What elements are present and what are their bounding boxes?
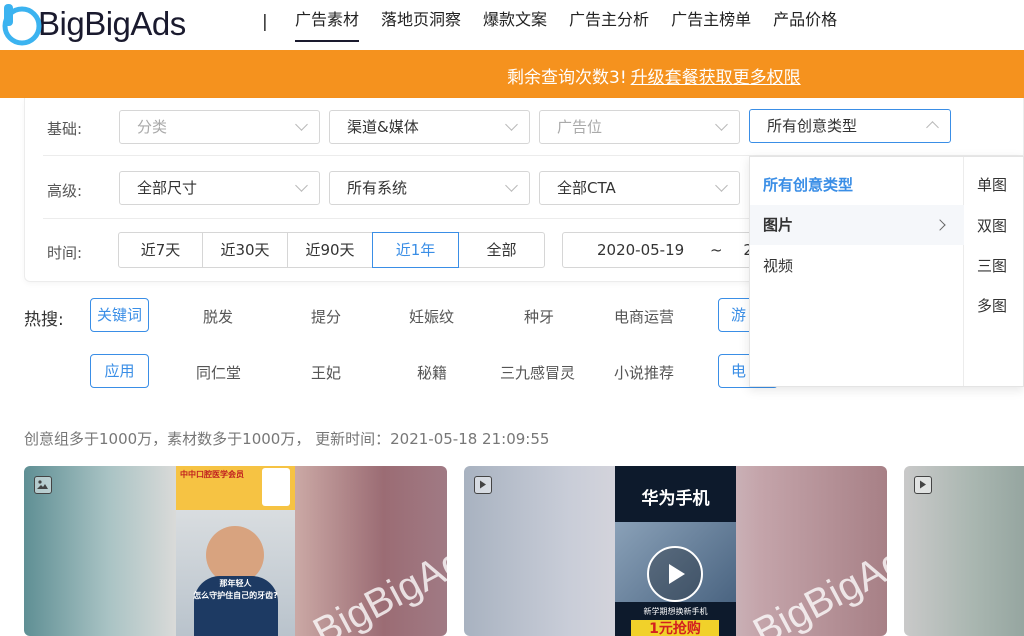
thumb-title: 华为手机	[641, 489, 710, 509]
nav-landing-insights[interactable]: 落地页洞察	[381, 0, 461, 42]
chevron-down-icon	[715, 179, 728, 192]
chevron-down-icon	[295, 118, 308, 131]
keyword-tag-button[interactable]: 关键词	[90, 298, 149, 332]
sub-option-multi-image[interactable]: 多图	[977, 295, 1007, 316]
basic-label: 基础:	[47, 120, 83, 138]
logo-text: BigBigAds	[38, 5, 186, 42]
option-video[interactable]: 视频	[750, 246, 964, 286]
main-nav: 广告素材 落地页洞察 爆款文案 广告主分析 广告主榜单 产品价格	[295, 0, 859, 50]
hot-keyword[interactable]: 提分	[311, 306, 341, 327]
chevron-down-icon	[715, 118, 728, 131]
hot-search-label: 热搜:	[24, 310, 64, 330]
thumb-caption: 新学期想换新手机	[643, 607, 708, 616]
sub-option-double-image[interactable]: 双图	[977, 215, 1007, 236]
os-select-value: 所有系统	[347, 179, 408, 197]
sub-option-triple-image[interactable]: 三图	[977, 255, 1007, 276]
hot-keyword[interactable]: 电商运营	[614, 306, 674, 327]
creative-type-select-value: 所有创意类型	[767, 117, 858, 135]
thumb-caption: 怎么守护住自己的牙齿?	[193, 591, 278, 600]
sub-option-single-image[interactable]: 单图	[977, 174, 1007, 195]
thumb-promo: 1元抢购	[631, 620, 719, 636]
quota-text: 剩余查询次数3!	[507, 68, 627, 88]
time-1y-button[interactable]: 近1年	[372, 232, 459, 268]
nav-ad-creatives[interactable]: 广告素材	[295, 0, 360, 42]
time-all-button[interactable]: 全部	[458, 232, 545, 268]
chevron-down-icon	[295, 179, 308, 192]
hot-keyword[interactable]: 妊娠纹	[409, 306, 454, 327]
date-start: 2020-05-19	[597, 241, 685, 259]
cta-select-value: 全部CTA	[557, 179, 616, 197]
option-image[interactable]: 图片	[750, 205, 964, 245]
cta-select[interactable]: 全部CTA	[539, 171, 740, 205]
hot-keyword[interactable]: 王妃	[311, 362, 341, 383]
hot-keyword[interactable]: 脱发	[203, 306, 233, 327]
time-label: 时间:	[47, 244, 83, 262]
creative-type-select[interactable]: 所有创意类型	[749, 109, 951, 143]
thumb-caption: 中中口腔医学会员	[180, 470, 244, 479]
placement-select[interactable]: 广告位	[539, 110, 740, 144]
nav-pricing[interactable]: 产品价格	[773, 0, 837, 42]
thumb-caption: 那年轻人	[219, 579, 252, 588]
video-icon	[474, 476, 492, 494]
time-90d-button[interactable]: 近90天	[287, 232, 373, 268]
chevron-down-icon	[505, 179, 518, 192]
stats-text: 创意组多于1000万，素材数多于1000万， 更新时间：2021-05-18 2…	[24, 430, 550, 448]
placement-select-value: 广告位	[557, 118, 603, 136]
video-icon	[914, 476, 932, 494]
advanced-label: 高级:	[47, 182, 83, 200]
creative-card[interactable]	[904, 466, 1024, 636]
hot-keyword[interactable]: 同仁堂	[196, 362, 241, 383]
hot-keyword[interactable]: 小说推荐	[614, 362, 674, 383]
size-select-value: 全部尺寸	[137, 179, 198, 197]
time-range-group: 近7天 近30天 近90天 近1年 全部	[118, 232, 545, 268]
option-label: 图片	[763, 216, 794, 234]
time-7d-button[interactable]: 近7天	[118, 232, 203, 268]
logo-icon	[0, 2, 44, 46]
nav-advertiser-ranking[interactable]: 广告主榜单	[671, 0, 751, 42]
option-label: 视频	[763, 257, 794, 275]
category-select-value: 分类	[137, 118, 168, 136]
chevron-right-icon	[934, 219, 946, 231]
header-divider: |	[262, 12, 268, 32]
card-thumbnail: 中中口腔医学会员 那年轻人 怎么守护住自己的牙齿?	[176, 466, 295, 636]
option-all-creative-types[interactable]: 所有创意类型	[750, 165, 964, 205]
chevron-up-icon	[926, 121, 939, 134]
time-30d-button[interactable]: 近30天	[202, 232, 288, 268]
chevron-down-icon	[505, 118, 518, 131]
nav-hot-copy[interactable]: 爆款文案	[483, 0, 547, 42]
card-thumbnail: 华为手机 新学期想换新手机 1元抢购	[615, 466, 736, 636]
creative-card[interactable]: 中中口腔医学会员 那年轻人 怎么守护住自己的牙齿? BigBigAds	[24, 466, 447, 636]
option-label: 所有创意类型	[763, 176, 854, 194]
creative-card[interactable]: 华为手机 新学期想换新手机 1元抢购 BigBigAds	[464, 466, 887, 636]
category-select[interactable]: 分类	[119, 110, 320, 144]
top-header: BigBigAds | 广告素材 落地页洞察 爆款文案 广告主分析 广告主榜单 …	[0, 0, 1024, 50]
hot-keyword[interactable]: 种牙	[524, 306, 554, 327]
channel-select-value: 渠道&媒体	[347, 118, 419, 136]
app-tag-button[interactable]: 应用	[90, 354, 149, 388]
creative-type-dropdown: 所有创意类型 图片 视频 单图 双图 三图 多图	[749, 156, 1024, 387]
quota-banner: 剩余查询次数3! 升级套餐获取更多权限	[0, 50, 1024, 98]
hot-keyword[interactable]: 秘籍	[417, 362, 447, 383]
size-select[interactable]: 全部尺寸	[119, 171, 320, 205]
logo[interactable]: BigBigAds	[0, 2, 186, 46]
nav-advertiser-analysis[interactable]: 广告主分析	[569, 0, 649, 42]
hot-keyword[interactable]: 三九感冒灵	[500, 362, 575, 383]
channel-select[interactable]: 渠道&媒体	[329, 110, 530, 144]
upgrade-link[interactable]: 升级套餐获取更多权限	[631, 68, 801, 88]
image-icon	[34, 476, 52, 494]
date-separator: ~	[709, 241, 723, 259]
os-select[interactable]: 所有系统	[329, 171, 530, 205]
dropdown-main-column: 所有创意类型 图片 视频	[750, 157, 964, 386]
play-icon	[647, 546, 703, 602]
